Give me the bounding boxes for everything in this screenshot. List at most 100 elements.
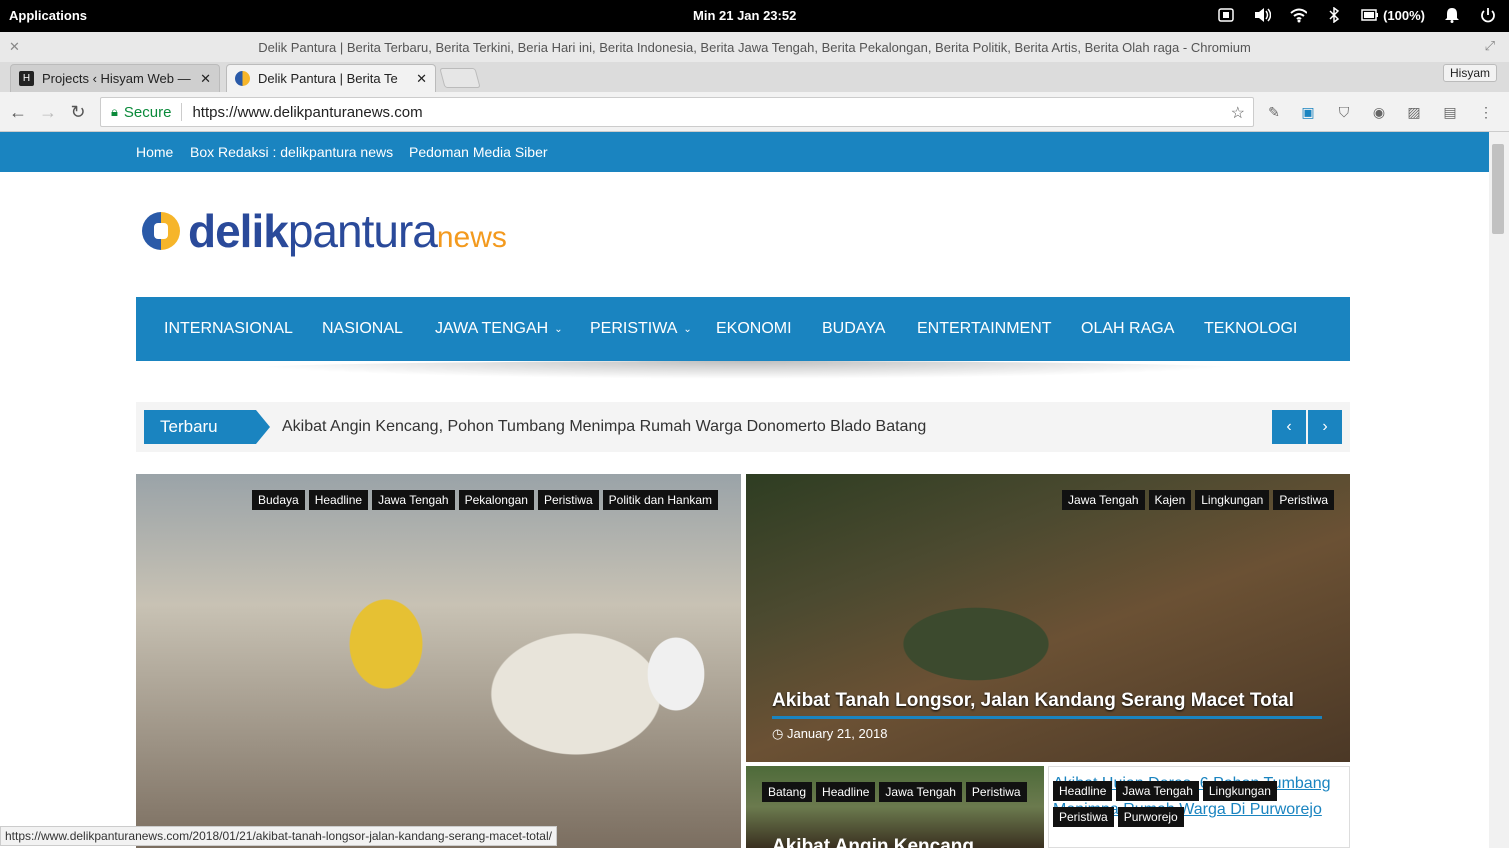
nav-budaya[interactable]: BUDAYA [822, 320, 885, 338]
browser-toolbar: ← → ↻ 🔒︎ Secure https://www.delikpantura… [0, 92, 1509, 132]
power-icon[interactable] [1479, 6, 1497, 24]
secure-label: Secure [123, 103, 172, 121]
window-maximize-icon[interactable]: ⤢ [1485, 38, 1495, 54]
address-bar[interactable]: 🔒︎ Secure https://www.delikpanturanews.c… [100, 97, 1254, 127]
tab-delik-pantura[interactable]: dp Delik Pantura | Berita Te ✕ [226, 64, 436, 92]
image-extension-icon[interactable]: ▨ [1404, 102, 1424, 122]
tab-favicon-icon: H [19, 71, 34, 86]
tag[interactable]: Peristiwa [965, 782, 1027, 802]
article-title[interactable]: Akibat Angin Kencang [772, 836, 974, 848]
tag[interactable]: Budaya [252, 490, 305, 510]
nav-internasional[interactable]: INTERNASIONAL [164, 320, 293, 338]
logo-mark-icon [142, 212, 180, 250]
battery-indicator[interactable]: (100%) [1361, 8, 1425, 23]
tab-close-icon[interactable]: ✕ [416, 71, 427, 87]
ticker-headline[interactable]: Akibat Angin Kencang, Pohon Tumbang Meni… [282, 418, 926, 436]
eyedropper-extension-icon[interactable]: ✎ [1264, 102, 1284, 122]
tag[interactable]: Peristiwa [1053, 807, 1114, 827]
tag[interactable]: Jawa Tengah [1062, 490, 1145, 510]
tag[interactable]: Headline [1053, 781, 1113, 801]
url-text[interactable]: https://www.delikpanturanews.com [192, 104, 422, 121]
tab-close-icon[interactable]: ✕ [200, 71, 211, 87]
tab-strip: H Projects ‹ Hisyam Web — ✕ dp Delik Pan… [0, 62, 1509, 92]
scrollbar-thumb[interactable] [1492, 144, 1504, 234]
small-card-right[interactable]: Akibat Hujan Deras, 6 Pohon Tumbang Meni… [1048, 766, 1350, 848]
feature-card-right[interactable]: Jawa Tengah Kajen Lingkungan Peristiwa A… [746, 474, 1350, 762]
tag[interactable]: Jawa Tengah [372, 490, 455, 510]
window-title-bar: ✕ Delik Pantura | Berita Terbaru, Berita… [0, 32, 1509, 62]
article-title[interactable]: Akibat Tanah Longsor, Jalan Kandang Sera… [772, 690, 1294, 712]
system-tray: (100%) [1217, 6, 1497, 24]
main-navigation: INTERNASIONAL NASIONAL JAWA TENGAH ⌄ PERI… [136, 297, 1350, 361]
tag[interactable]: Headline [308, 490, 369, 510]
tag[interactable]: Kajen [1148, 490, 1192, 510]
volume-icon[interactable] [1253, 6, 1272, 24]
tag[interactable]: Pekalongan [458, 490, 534, 510]
new-tab-button[interactable] [439, 68, 481, 88]
news-ticker: Terbaru Akibat Angin Kencang, Pohon Tumb… [136, 402, 1350, 452]
ticker-label: Terbaru [144, 410, 270, 444]
tag[interactable]: Jawa Tengah [1116, 781, 1199, 801]
site-logo[interactable]: delik pantura news [142, 204, 507, 258]
tag[interactable]: Batang [762, 782, 813, 802]
topnav-box-redaksi[interactable]: Box Redaksi : delikpantura news [190, 144, 393, 160]
nav-olah-raga[interactable]: OLAH RAGA [1081, 320, 1174, 338]
web-page: Home Box Redaksi : delikpantura news Ped… [0, 132, 1489, 848]
tag-list: Batang Headline Jawa Tengah Peristiwa [762, 782, 1027, 802]
clock-icon: ◷ [772, 726, 784, 741]
nav-jawa-tengah[interactable]: JAWA TENGAH ⌄ [435, 320, 563, 338]
top-navigation: Home Box Redaksi : delikpantura news Ped… [0, 132, 1489, 172]
battery-icon [1361, 9, 1379, 21]
tag[interactable]: Politik dan Hankam [602, 490, 719, 510]
bookmark-star-icon[interactable]: ☆ [1231, 103, 1245, 123]
clock[interactable]: Min 21 Jan 23:52 [693, 8, 796, 23]
profile-button[interactable]: Hisyam [1442, 64, 1497, 82]
tab-favicon-icon: dp [235, 71, 250, 86]
small-card-left[interactable]: Batang Headline Jawa Tengah Peristiwa Ak… [746, 766, 1044, 848]
shield-extension-icon[interactable]: ⛉ [1334, 102, 1354, 122]
tag[interactable]: Lingkungan [1202, 781, 1277, 801]
topnav-home[interactable]: Home [136, 144, 173, 160]
forward-arrow-icon[interactable]: → [38, 102, 58, 122]
reload-icon[interactable]: ↻ [68, 102, 88, 122]
camera-extension-icon[interactable]: ◉ [1369, 102, 1389, 122]
tag-list: Budaya Headline Jawa Tengah Pekalongan P… [252, 490, 719, 510]
ticker-prev-button[interactable]: ‹ [1272, 410, 1306, 444]
wifi-icon[interactable] [1289, 6, 1308, 24]
tag[interactable]: Jawa Tengah [879, 782, 962, 802]
reader-extension-icon[interactable]: ▣ [1298, 102, 1318, 122]
nav-label: BUDAYA [822, 320, 886, 337]
tag-list: Headline Jawa Tengah Lingkungan [1053, 781, 1277, 801]
page-scrollbar[interactable] [1489, 132, 1509, 848]
panel-extension-icon[interactable]: ▤ [1440, 102, 1460, 122]
topnav-pedoman[interactable]: Pedoman Media Siber [409, 144, 548, 160]
tab-label: Delik Pantura | Berita Te [258, 71, 398, 86]
bluetooth-icon[interactable] [1325, 6, 1343, 24]
applications-menu[interactable]: Applications [9, 8, 87, 23]
nav-ekonomi[interactable]: EKONOMI [716, 320, 792, 338]
tab-projects[interactable]: H Projects ‹ Hisyam Web — ✕ [10, 64, 220, 92]
ticker-next-button[interactable]: › [1308, 410, 1342, 444]
nav-label: PERISTIWA [590, 320, 678, 337]
back-arrow-icon[interactable]: ← [8, 102, 28, 122]
menu-kebab-icon[interactable]: ⋮ [1476, 102, 1496, 122]
nav-nasional[interactable]: NASIONAL [322, 320, 403, 338]
logo-word-bold: delik [188, 205, 289, 257]
tag[interactable]: Peristiwa [537, 490, 599, 510]
window-title: Delik Pantura | Berita Terbaru, Berita T… [258, 40, 1251, 55]
tag-list: Jawa Tengah Kajen Lingkungan Peristiwa [1062, 490, 1334, 510]
battery-percent: (100%) [1383, 7, 1425, 23]
nav-entertainment[interactable]: ENTERTAINMENT [917, 320, 1052, 338]
tag[interactable]: Headline [816, 782, 876, 802]
lock-icon: 🔒︎ [111, 104, 118, 119]
system-top-bar: Applications Min 21 Jan 23:52 (100%) [0, 0, 1509, 32]
nav-teknologi[interactable]: TEKNOLOGI [1204, 320, 1297, 338]
tag[interactable]: Purworejo [1117, 807, 1184, 827]
feature-card-left[interactable]: Budaya Headline Jawa Tengah Pekalongan P… [136, 474, 741, 848]
chevron-down-icon: ⌄ [683, 323, 692, 335]
tag[interactable]: Peristiwa [1273, 490, 1334, 510]
screen-icon[interactable] [1217, 6, 1235, 24]
tag[interactable]: Lingkungan [1195, 490, 1270, 510]
notification-bell-icon[interactable] [1443, 6, 1461, 24]
nav-peristiwa[interactable]: PERISTIWA ⌄ [590, 320, 692, 338]
